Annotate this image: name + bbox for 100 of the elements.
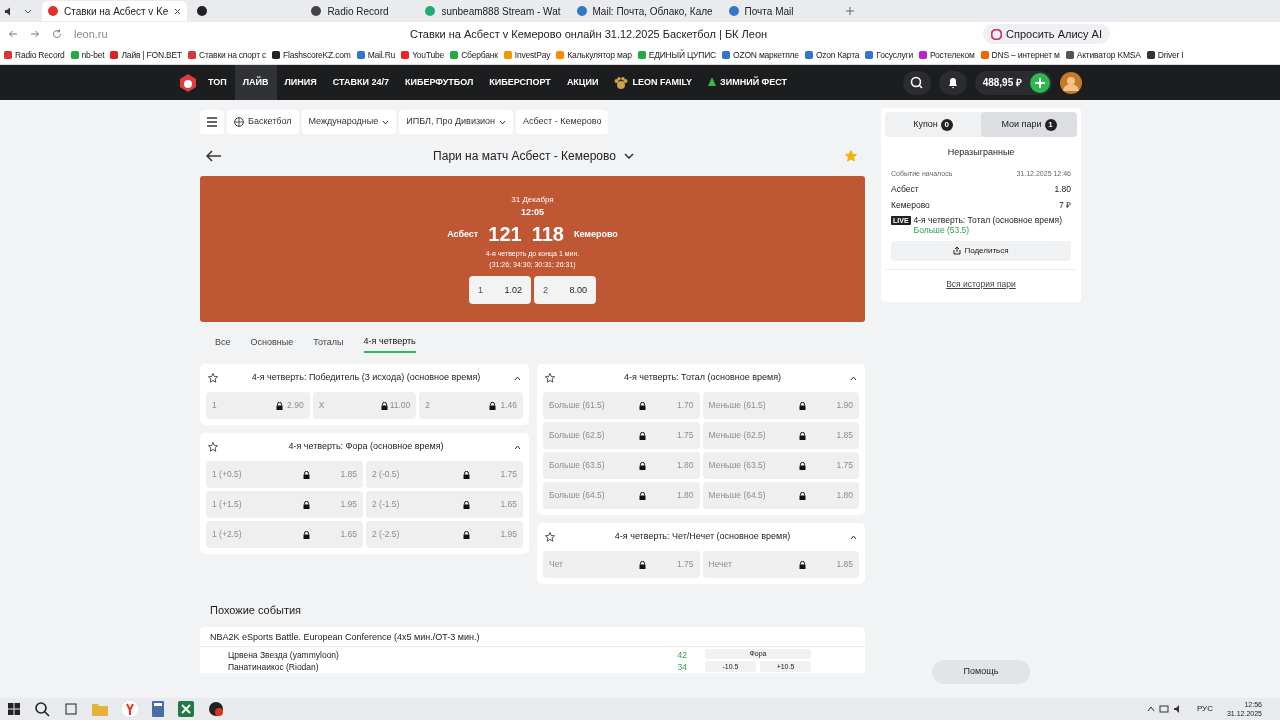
chevron-up-icon[interactable] xyxy=(514,375,521,381)
bookmark[interactable]: Калькулятор мар xyxy=(556,48,632,62)
history-link[interactable]: Вся история пари xyxy=(946,277,1016,291)
reload-icon[interactable] xyxy=(52,29,62,39)
new-tab-icon[interactable] xyxy=(844,6,855,16)
bookmark[interactable]: nb-bet xyxy=(70,48,105,62)
bookmark[interactable]: Активатор KMSA xyxy=(1065,48,1141,62)
nav-link[interactable]: ЗИМНИЙ ФЕСТ xyxy=(700,65,796,100)
chevron-up-icon[interactable] xyxy=(850,375,857,381)
bookmark[interactable]: OZON маркетпле xyxy=(722,48,799,62)
site-icon xyxy=(197,6,208,16)
star-icon[interactable] xyxy=(545,532,555,542)
tree-icon xyxy=(708,77,717,88)
browser-tab[interactable]: Ставки на Асбест v Ke xyxy=(42,1,188,21)
yandex-browser-icon[interactable] xyxy=(122,701,138,717)
odds-button[interactable]: 1 1.02 xyxy=(469,276,531,305)
breadcrumb[interactable]: Баскетбол xyxy=(227,110,299,134)
spreadsheet-icon[interactable] xyxy=(178,701,194,717)
breadcrumb[interactable]: Асбест - Кемерово xyxy=(516,110,609,134)
bookmark[interactable]: InvestPay xyxy=(503,48,551,62)
bookmark-icon xyxy=(865,51,874,59)
breadcrumb[interactable]: ИПБЛ, Про Дивизион xyxy=(399,110,514,134)
market-tab[interactable]: Тоталы xyxy=(313,333,344,353)
bookmark[interactable]: Driver I xyxy=(1146,48,1184,62)
share-icon xyxy=(953,246,962,255)
chevron-up-icon[interactable] xyxy=(514,444,521,450)
bookmark-icon xyxy=(272,51,281,59)
bookmark-icon xyxy=(637,51,646,59)
bookmark-icon xyxy=(4,51,12,59)
lock-icon xyxy=(462,500,470,509)
nav-link[interactable]: ЛАЙВ xyxy=(234,65,277,100)
bookmark[interactable]: FlashscoreKZ.com xyxy=(272,48,351,62)
market-tab[interactable]: Все xyxy=(215,333,231,353)
plus-icon[interactable] xyxy=(1030,72,1050,93)
nav-link[interactable]: КИБЕРСПОРТ xyxy=(481,65,559,100)
star-icon[interactable] xyxy=(845,150,857,162)
share-button[interactable]: Поделиться xyxy=(891,240,1071,261)
logo-icon[interactable] xyxy=(180,73,196,92)
site-icon xyxy=(576,6,587,16)
bookmark[interactable]: Сбербанк xyxy=(450,48,498,62)
market-title: 4-я четверть: Фора (основное время) xyxy=(287,440,445,454)
chevron-down-icon[interactable] xyxy=(623,153,634,159)
task-view-icon[interactable] xyxy=(64,702,78,716)
chevron-down-icon xyxy=(499,119,507,125)
breadcrumb[interactable]: Международные xyxy=(301,110,397,134)
chevron-down-icon[interactable] xyxy=(24,8,32,14)
market-tab[interactable]: 4-я четверть xyxy=(363,333,416,353)
bookmark-icon xyxy=(1146,51,1155,59)
language-indicator[interactable]: РУС xyxy=(1196,703,1213,715)
help-button[interactable]: Помощь xyxy=(932,660,1030,684)
bookmark[interactable]: Ростелеком xyxy=(919,48,975,62)
app-icon[interactable] xyxy=(208,701,224,717)
nav-link[interactable]: СТАВКИ 24/7 xyxy=(324,65,397,100)
balance-button[interactable]: 488,95 ₽ xyxy=(974,70,1052,95)
nav-link[interactable]: ТОП xyxy=(200,65,235,100)
calculator-icon[interactable] xyxy=(152,701,164,717)
star-icon[interactable] xyxy=(208,373,218,383)
market-tab[interactable]: Основные xyxy=(250,333,294,353)
star-icon[interactable] xyxy=(545,373,555,383)
star-icon[interactable] xyxy=(208,442,218,452)
chevron-up-icon[interactable] xyxy=(850,534,857,540)
nav-link[interactable]: КИБЕРФУТБОЛ xyxy=(396,65,482,100)
bookmark[interactable]: YouTube xyxy=(401,48,445,62)
lock-icon xyxy=(639,461,647,470)
browser-tab[interactable]: Radio Record xyxy=(305,1,416,21)
team-name: Панатинаикос (Riodan) xyxy=(228,660,319,673)
nav-link[interactable]: АКЦИИ xyxy=(558,65,607,100)
alice-button[interactable]: Спросить Алису AI xyxy=(983,23,1110,45)
address-field[interactable]: leon.ru xyxy=(74,25,194,43)
bookmark[interactable]: ЕДИНЫЙ ЦУПИС xyxy=(637,48,716,62)
team-score: 42 xyxy=(677,648,687,661)
bookmark[interactable]: Mail.Ru xyxy=(356,48,396,62)
windows-icon[interactable] xyxy=(8,703,20,715)
bookmark[interactable]: Госуслуги xyxy=(865,48,913,62)
paw-icon xyxy=(614,76,629,89)
close-icon[interactable] xyxy=(174,7,182,15)
bookmark[interactable]: DNS – интернет м xyxy=(980,48,1060,62)
site-icon xyxy=(728,6,739,16)
browser-tab[interactable]: Mail: Почта, Облако, Кале xyxy=(570,1,719,21)
nav-link[interactable]: LEON FAMILY xyxy=(606,65,701,100)
browser-tab[interactable]: sunbeam888 Stream - Wat xyxy=(419,1,567,21)
bell-icon[interactable] xyxy=(938,70,967,95)
avatar-icon[interactable] xyxy=(1060,71,1082,94)
nav-link[interactable]: ЛИНИЯ xyxy=(276,65,325,100)
menu-icon[interactable] xyxy=(200,110,224,134)
coupon-tab[interactable]: Мои пари 1 xyxy=(981,112,1077,137)
odds-button[interactable]: 2 8.00 xyxy=(534,276,596,305)
search-icon[interactable] xyxy=(34,701,50,717)
bookmark[interactable]: Ставки на спорт с xyxy=(188,48,267,62)
market-title: 4-я четверть: Чет/Нечет (основное время) xyxy=(613,530,792,544)
bookmark[interactable]: Ozon Карта xyxy=(804,48,860,62)
browser-tab[interactable]: Почта Mail xyxy=(722,1,833,21)
bookmark[interactable]: Лайв | FON.BET xyxy=(110,48,183,62)
search-icon[interactable] xyxy=(902,70,931,95)
site-icon xyxy=(48,6,58,16)
lock-icon xyxy=(639,431,647,440)
bookmark-icon xyxy=(919,51,927,59)
back-arrow-icon[interactable] xyxy=(206,150,222,162)
bookmark[interactable]: Radio Record xyxy=(4,48,65,62)
coupon-tab[interactable]: Купон 0 xyxy=(885,112,981,137)
